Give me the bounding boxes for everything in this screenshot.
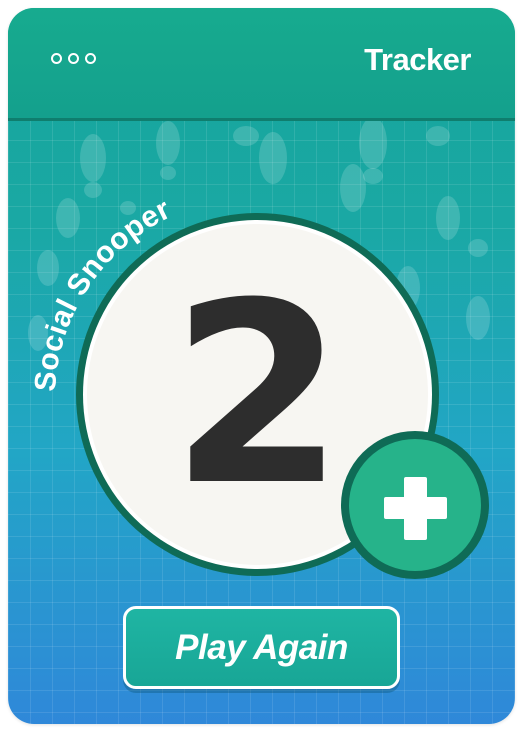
play-again-label: Play Again [175, 627, 348, 667]
counter-label: Social Snooper [29, 193, 176, 393]
play-again-button[interactable]: Play Again [123, 606, 400, 689]
plus-icon[interactable] [404, 477, 427, 540]
